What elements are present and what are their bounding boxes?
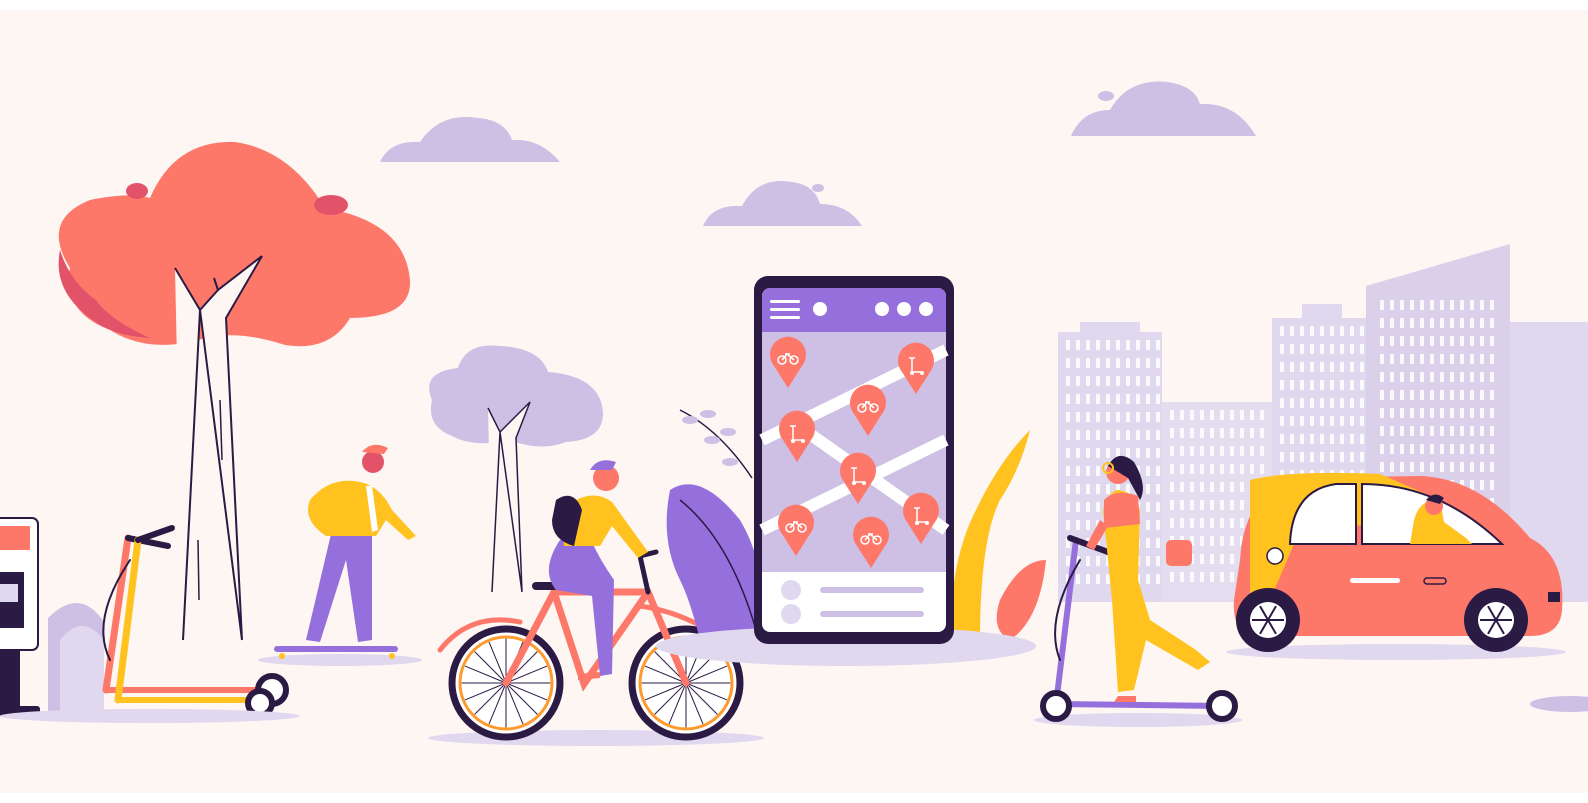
urban-mobility-scene [0, 10, 1588, 793]
ground-shadow-left [0, 709, 300, 723]
hamburger-menu-icon [770, 300, 800, 319]
smartphone-rental-app [754, 276, 954, 644]
